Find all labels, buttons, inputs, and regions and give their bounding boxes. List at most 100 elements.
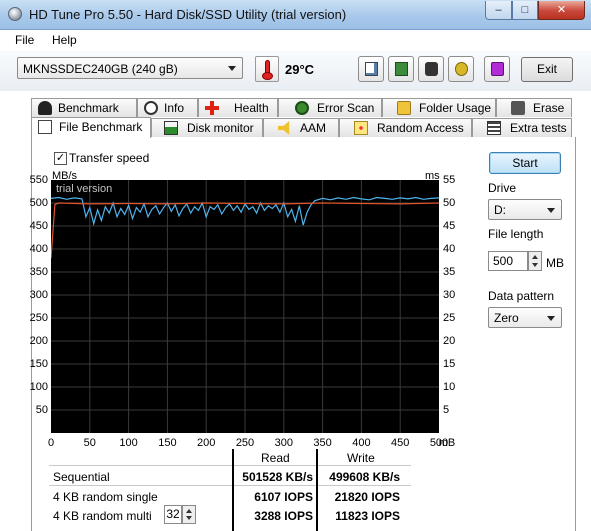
menu-bar: File Help	[0, 30, 591, 51]
close-button[interactable]: ✕	[538, 1, 585, 20]
stepper-down-icon[interactable]	[186, 516, 192, 520]
copy-icon	[365, 62, 378, 76]
y-tick-label-left: 150	[29, 358, 48, 370]
y-tick-label-left: 250	[29, 312, 48, 324]
file-length-value: 500	[493, 254, 514, 268]
save-button[interactable]	[388, 56, 414, 82]
y-tick-label-left: 550	[29, 174, 48, 186]
write-header: Write	[347, 451, 375, 465]
minimize-button[interactable]: –	[485, 1, 512, 20]
y-tick-label-right: 25	[443, 312, 456, 324]
y-tick-label-right: 10	[443, 381, 456, 393]
x-tick-label: 100	[119, 437, 138, 449]
4kb-single-read-value: 6107 IOPS	[254, 490, 313, 504]
stepper-up-icon[interactable]	[532, 255, 538, 259]
disk-monitor-icon	[164, 121, 178, 135]
stepper-up-icon[interactable]	[186, 509, 192, 513]
transfer-speed-checkbox[interactable]: ✓	[54, 152, 67, 165]
maximize-button[interactable]: □	[512, 1, 538, 20]
file-length-stepper[interactable]	[528, 251, 542, 271]
x-tick-label: 250	[235, 437, 255, 449]
x-tick-label: 450	[391, 437, 410, 449]
x-tick-label: 350	[313, 437, 332, 449]
tab-file-benchmark[interactable]: File Benchmark	[31, 117, 151, 138]
menu-file[interactable]: File	[15, 33, 34, 47]
y-tick-label-right: 40	[443, 243, 456, 255]
y-tick-label-left: 200	[29, 335, 48, 347]
tab-extra-tests[interactable]: Extra tests	[472, 118, 572, 137]
tab-health[interactable]: Health	[198, 98, 278, 117]
copy-info-button[interactable]	[358, 56, 384, 82]
file-length-input[interactable]: 500	[488, 251, 528, 271]
thermometer-icon[interactable]	[255, 56, 279, 82]
checkmark-icon: ✓	[55, 152, 66, 164]
drive-select-value: MKNSSDEC240GB (240 gB)	[23, 62, 178, 76]
start-button[interactable]: Start	[489, 152, 561, 174]
file-length-unit: MB	[546, 256, 564, 270]
x-tick-label: 400	[352, 437, 371, 449]
stepper-down-icon[interactable]	[532, 263, 538, 267]
thermometer-bulb	[262, 72, 273, 80]
y-tick-label-right: 20	[443, 335, 456, 347]
y-tick-label-left: 450	[29, 220, 48, 232]
x-axis-unit: mB	[438, 437, 456, 449]
y-tick-label-left: 300	[29, 289, 48, 301]
tab-label: Erase	[533, 101, 565, 115]
tab-folder-usage[interactable]: Folder Usage	[382, 98, 496, 117]
tab-random-access[interactable]: Random Access	[339, 118, 472, 137]
sequential-read-value: 501528 KB/s	[242, 470, 313, 484]
data-pattern-combo[interactable]: Zero	[488, 307, 562, 328]
row-label-4kb-single: 4 KB random single	[53, 490, 158, 504]
tab-label: Disk monitor	[187, 121, 254, 135]
transfer-speed-chart	[50, 180, 440, 433]
y-tick-label-left: 100	[29, 381, 48, 393]
drive-combo[interactable]: D:	[488, 199, 562, 220]
trial-watermark: trial version	[56, 183, 113, 195]
screenshot-button[interactable]	[418, 56, 444, 82]
camera-icon	[425, 62, 438, 76]
menu-help[interactable]: Help	[52, 33, 77, 47]
x-tick-label: 0	[47, 437, 55, 449]
drive-select[interactable]: MKNSSDEC240GB (240 gB)	[17, 57, 243, 79]
x-tick-label: 200	[197, 437, 216, 449]
options-button[interactable]	[448, 56, 474, 82]
y-tick-label-right: 55	[443, 174, 456, 186]
drive-label: Drive	[488, 181, 517, 195]
tab-benchmark[interactable]: Benchmark	[31, 98, 137, 117]
magnifier-icon	[295, 101, 309, 115]
health-cross-icon	[205, 101, 219, 115]
save-icon	[395, 62, 408, 76]
chart-canvas	[50, 180, 440, 433]
tab-label: Info	[164, 101, 185, 115]
down-arrow-icon	[491, 62, 504, 76]
row-label-4kb-multi: 4 KB random multi	[53, 509, 152, 523]
tab-disk-monitor[interactable]: Disk monitor	[151, 118, 263, 137]
x-tick-label: 50	[83, 437, 96, 449]
random-access-icon	[354, 121, 368, 135]
queue-depth-input[interactable]: 32	[164, 505, 182, 524]
y-tick-label-left: 400	[29, 243, 48, 255]
window-title: HD Tune Pro 5.50 - Hard Disk/SSD Utility…	[29, 7, 347, 22]
chevron-down-icon	[547, 208, 555, 213]
read-header: Read	[261, 451, 290, 465]
tab-label: File Benchmark	[59, 120, 143, 134]
benchmark-icon	[38, 101, 52, 115]
tab-erase[interactable]: Erase	[496, 98, 572, 117]
4kb-single-write-value: 21820 IOPS	[334, 490, 400, 504]
temperature-readout: 29°C	[285, 62, 315, 77]
tab-aam[interactable]: AAM	[263, 118, 339, 137]
exit-button[interactable]: Exit	[521, 57, 573, 82]
trash-icon	[511, 101, 525, 115]
extra-tests-icon	[487, 121, 501, 135]
chevron-down-icon	[547, 316, 555, 321]
tab-info[interactable]: Info	[137, 98, 198, 117]
4kb-multi-read-value: 3288 IOPS	[254, 509, 313, 523]
tab-label: Error Scan	[317, 101, 375, 115]
tab-label: Extra tests	[510, 121, 567, 135]
tab-error-scan[interactable]: Error Scan	[278, 98, 382, 117]
tab-label: AAM	[300, 121, 327, 135]
minimize-to-tray-button[interactable]	[484, 56, 510, 82]
queue-depth-stepper[interactable]	[182, 505, 196, 524]
y-tick-label-right: 50	[443, 197, 456, 209]
folder-icon	[397, 101, 411, 115]
